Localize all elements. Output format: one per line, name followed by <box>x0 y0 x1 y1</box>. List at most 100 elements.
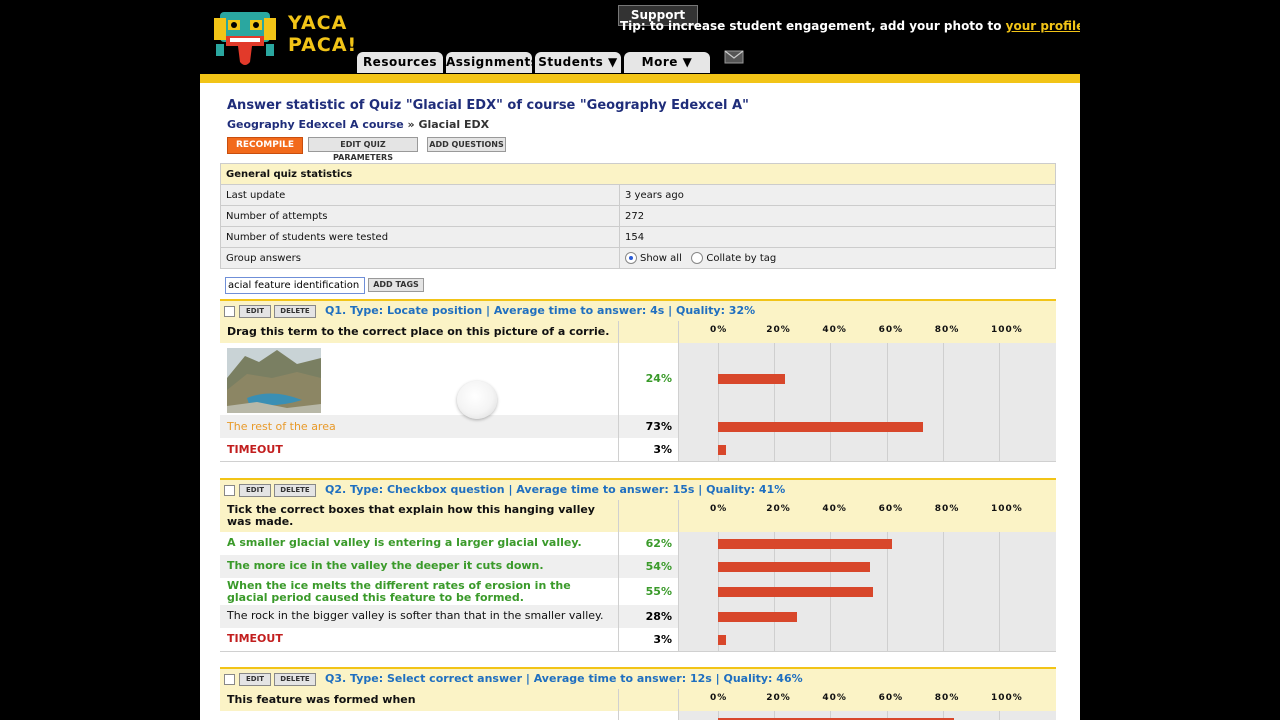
group-answers-options: Show all Collate by tag <box>619 247 1056 269</box>
show-all-label[interactable]: Show all <box>640 253 682 264</box>
page: YACA PACA! Support Tip: to increase stud… <box>200 0 1080 720</box>
add-questions-button[interactable]: ADD QUESTIONS <box>427 137 506 152</box>
question-header: EDIT DELETE Q3. Type: Select correct ans… <box>220 667 1056 689</box>
grid-line <box>774 438 776 461</box>
stats-label: Number of students were tested <box>220 226 620 248</box>
answer-bar <box>718 611 797 622</box>
answer-text: The more ice in the valley the deeper it… <box>227 559 544 572</box>
stats-row: Number of students were tested 154 <box>220 226 1056 248</box>
nav-tab-students[interactable]: Students ▼ <box>535 52 621 73</box>
grid-line <box>999 711 1000 720</box>
answer-bar-area <box>679 605 1056 628</box>
question-header: EDIT DELETE Q1. Type: Locate position | … <box>220 299 1056 321</box>
general-stats-header: General quiz statistics <box>220 163 1056 185</box>
grid-line <box>999 628 1000 651</box>
question-header: EDIT DELETE Q2. Type: Checkbox question … <box>220 478 1056 500</box>
answer-percent: 55% <box>645 585 672 598</box>
grid-line <box>942 628 944 651</box>
answer-text: A smaller glacial valley is entering a l… <box>227 536 582 549</box>
question-checkbox[interactable] <box>224 306 235 317</box>
your-profile-link[interactable]: your profile <box>1006 19 1080 33</box>
stats-row: Number of attempts 272 <box>220 205 1056 227</box>
grid-line <box>942 438 944 461</box>
stats-value: 3 years ago <box>619 184 1056 206</box>
question-checkbox[interactable] <box>224 674 235 685</box>
percent-scale: 0% 20% 40% 60% 80% 100% <box>679 321 1056 343</box>
answer-row: A smaller glacial valley is entering a l… <box>220 532 1056 556</box>
question-prompt-row: Tick the correct boxes that explain how … <box>220 500 1056 533</box>
answer-row: TIMEOUT 3% <box>220 438 1056 462</box>
tip-message: Tip: to increase student engagement, add… <box>620 19 1080 33</box>
answer-percent: 24% <box>645 372 672 385</box>
grid-line <box>830 343 832 415</box>
logo-line-1: YACA <box>288 12 348 34</box>
answer-bar <box>718 374 786 384</box>
edit-button[interactable]: EDIT <box>239 484 271 497</box>
answer-bar-area <box>679 578 1056 605</box>
answer-row: The rest of the area 73% <box>220 415 1056 439</box>
answer-percent: 73% <box>645 420 672 433</box>
scale-label: 40% <box>822 693 847 703</box>
radio-show-all[interactable] <box>625 252 637 264</box>
edit-quiz-parameters-button[interactable]: EDIT QUIZ PARAMETERS <box>308 137 418 162</box>
nav-tab-more[interactable]: More ▼ <box>624 52 710 73</box>
collate-by-tag-label[interactable]: Collate by tag <box>706 253 776 264</box>
breadcrumb: Geography Edexcel A course » Glacial EDX <box>227 118 489 131</box>
answer-percent: 3% <box>653 633 672 646</box>
question-prompt: Drag this term to the correct place on t… <box>227 325 610 338</box>
add-tags-button[interactable]: ADD TAGS <box>368 278 424 292</box>
delete-button[interactable]: DELETE <box>274 673 316 686</box>
breadcrumb-course-link[interactable]: Geography Edexcel A course <box>227 118 404 131</box>
edit-button[interactable]: EDIT <box>239 673 271 686</box>
question-prompt-row: Drag this term to the correct place on t… <box>220 321 1056 344</box>
answer-percent: 54% <box>645 560 672 573</box>
header-gold-bar <box>200 74 1080 83</box>
question-title[interactable]: Q1. Type: Locate position | Average time… <box>325 304 755 317</box>
delete-button[interactable]: DELETE <box>274 305 316 318</box>
answer-bar <box>718 634 727 645</box>
question-title[interactable]: Q3. Type: Select correct answer | Averag… <box>325 672 803 685</box>
answer-bar <box>718 421 924 432</box>
grid-line <box>886 555 888 578</box>
answer-bar <box>718 586 873 597</box>
scale-label: 100% <box>991 325 1023 335</box>
grid-line <box>942 415 944 438</box>
grid-line <box>999 343 1000 415</box>
edit-button[interactable]: EDIT <box>239 305 271 318</box>
radio-collate-by-tag[interactable] <box>691 252 704 264</box>
cursor-highlight <box>457 381 497 419</box>
answer-bar-area <box>679 555 1056 578</box>
stats-row: Last update 3 years ago <box>220 184 1056 206</box>
grid-line <box>886 343 888 415</box>
answer-text: TIMEOUT <box>227 443 283 456</box>
logo-text: YACA PACA! <box>288 12 357 56</box>
question-title[interactable]: Q2. Type: Checkbox question | Average ti… <box>325 483 785 496</box>
grid-line <box>886 605 888 628</box>
answer-text: When the ice melts the different rates o… <box>227 579 571 604</box>
answer-percent: 3% <box>653 443 672 456</box>
delete-button[interactable]: DELETE <box>274 484 316 497</box>
answer-bar <box>718 538 893 549</box>
answer-text: TIMEOUT <box>227 632 283 645</box>
question-checkbox[interactable] <box>224 485 235 496</box>
answer-bar-area <box>679 532 1056 555</box>
answer-percent: 28% <box>645 610 672 623</box>
answer-row: When the ice melts the different rates o… <box>220 578 1056 606</box>
scale-label: 40% <box>822 504 847 514</box>
question-prompt-row: This feature was formed when 0% 20% 40% 60%… <box>220 689 1056 712</box>
scale-label: 80% <box>934 504 960 514</box>
recompile-button[interactable]: RECOMPILE <box>227 137 303 154</box>
yacapaca-logo-icon[interactable] <box>212 10 278 68</box>
grid-line <box>774 628 776 651</box>
logo-line-2: PACA! <box>288 34 358 56</box>
nav-tab-assignments[interactable]: Assignments <box>446 52 538 73</box>
scale-label: 20% <box>766 504 791 514</box>
answer-bar-area <box>679 415 1056 438</box>
scale-label: 20% <box>766 693 791 703</box>
stats-value: 154 <box>619 226 1056 248</box>
nav-tab-resources[interactable]: Resources <box>357 52 443 73</box>
answer-bar-area <box>679 343 1056 415</box>
mail-icon[interactable] <box>724 50 744 64</box>
answer-bar-area <box>679 628 1056 651</box>
tag-input[interactable]: acial feature identification <box>225 277 365 294</box>
